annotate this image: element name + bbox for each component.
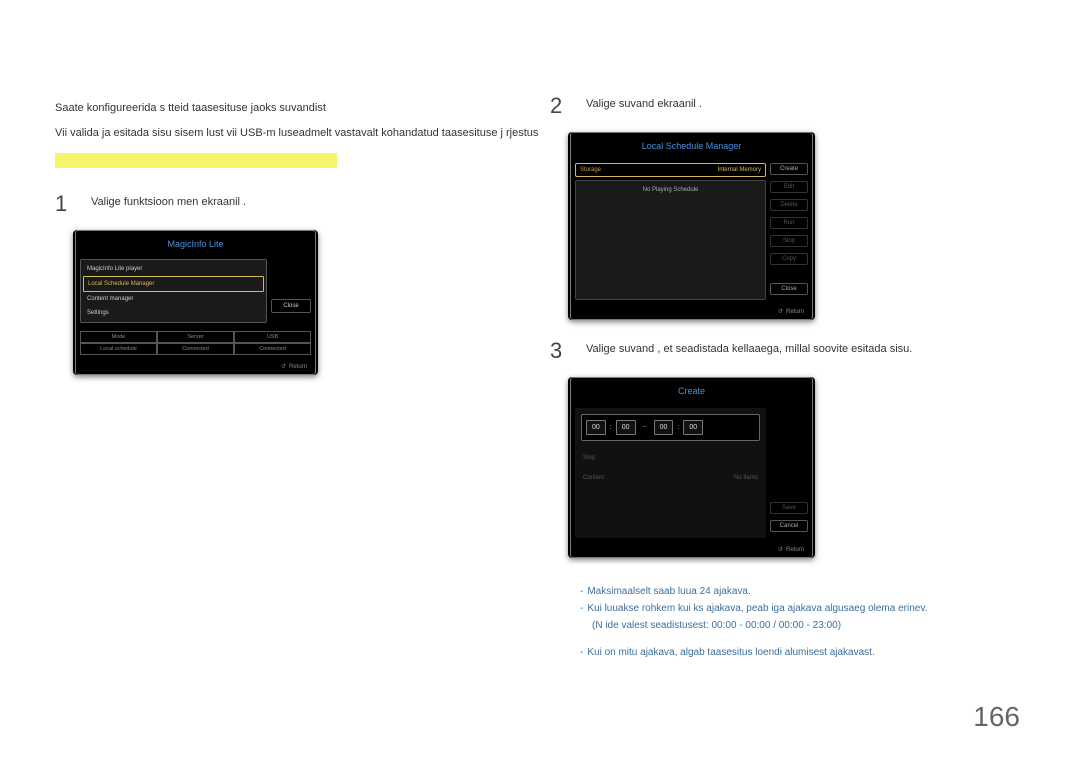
create-row-content: Content No Items bbox=[581, 475, 760, 481]
menu-item-local-schedule[interactable]: Local Schedule Manager bbox=[83, 276, 264, 292]
return-label[interactable]: Return bbox=[786, 309, 804, 315]
schedule-area: No Playing Schedule bbox=[575, 180, 766, 300]
page-number: 166 bbox=[973, 701, 1020, 733]
save-button[interactable]: Save bbox=[770, 502, 808, 514]
return-icon bbox=[281, 364, 289, 370]
run-button[interactable]: Run bbox=[770, 217, 808, 229]
step-3-text: Valige suvand , et seadistada kellaaega,… bbox=[586, 340, 912, 362]
magicinfo-panel: MagicInfo Lite MagicInfo Lite player Loc… bbox=[73, 230, 318, 375]
magicinfo-menu: MagicInfo Lite player Local Schedule Man… bbox=[80, 259, 267, 323]
stop-button[interactable]: Stop bbox=[770, 235, 808, 247]
td-usb: Connected bbox=[234, 343, 311, 355]
lsm-title: Local Schedule Manager bbox=[571, 133, 812, 159]
th-server: Server bbox=[157, 331, 234, 343]
time-end-m[interactable]: 00 bbox=[683, 420, 703, 435]
menu-item-settings[interactable]: Settings bbox=[83, 306, 264, 320]
storage-value: Internal Memory bbox=[718, 167, 761, 173]
step-2: 2 Valige suvand ekraanil . bbox=[550, 95, 1030, 117]
step-3-number: 3 bbox=[550, 340, 568, 362]
notes: -Maksimaalselt saab luua 24 ajakava. -Ku… bbox=[580, 583, 1030, 661]
step-1-text: Valige funktsioon men ekraanil . bbox=[91, 193, 246, 215]
copy-button[interactable]: Copy bbox=[770, 253, 808, 265]
time-end-h[interactable]: 00 bbox=[654, 420, 674, 435]
step-1-number: 1 bbox=[55, 193, 73, 215]
storage-label: Storage bbox=[580, 167, 601, 173]
time-range[interactable]: 00 : 00 ~ 00 : 00 bbox=[581, 414, 760, 441]
return-label[interactable]: Return bbox=[786, 547, 804, 553]
note-3: Kui on mitu ajakava, algab taasesitus lo… bbox=[587, 647, 874, 658]
create-row1-l: Step bbox=[583, 455, 595, 461]
td-mode: Local schedule bbox=[80, 343, 157, 355]
time-start-m[interactable]: 00 bbox=[616, 420, 636, 435]
close-button[interactable]: Close bbox=[271, 299, 311, 313]
menu-item-player[interactable]: MagicInfo Lite player bbox=[83, 262, 264, 276]
th-mode: Mode bbox=[80, 331, 157, 343]
note-2b: (N ide valest seadistusest: 00:00 - 00:0… bbox=[580, 617, 1030, 634]
create-button[interactable]: Create bbox=[770, 163, 808, 175]
magicinfo-title: MagicInfo Lite bbox=[76, 231, 315, 255]
note-1: Maksimaalselt saab luua 24 ajakava. bbox=[587, 586, 750, 597]
create-row2-l: Content bbox=[583, 475, 604, 481]
menu-item-content-mgr[interactable]: Content manager bbox=[83, 292, 264, 306]
no-playing-text: No Playing Schedule bbox=[582, 187, 759, 193]
step-3: 3 Valige suvand , et seadistada kellaaeg… bbox=[550, 340, 1030, 362]
status-table-row: Local schedule Connected Connected bbox=[80, 343, 311, 355]
th-usb: USB bbox=[234, 331, 311, 343]
create-panel: Create 00 : 00 ~ 00 : 00 Step bbox=[568, 377, 815, 558]
yellow-highlight bbox=[55, 153, 337, 168]
return-label[interactable]: Return bbox=[289, 364, 307, 370]
tilde: ~ bbox=[640, 424, 650, 431]
edit-button[interactable]: Edit bbox=[770, 181, 808, 193]
td-server: Connected bbox=[157, 343, 234, 355]
colon: : bbox=[610, 424, 612, 431]
step-1: 1 Valige funktsioon men ekraanil . bbox=[55, 193, 495, 215]
return-icon bbox=[778, 547, 786, 553]
lsm-close-button[interactable]: Close bbox=[770, 283, 808, 295]
status-table: Mode Server USB bbox=[80, 331, 311, 343]
step-2-number: 2 bbox=[550, 95, 568, 117]
create-title: Create bbox=[571, 378, 812, 404]
delete-button[interactable]: Delete bbox=[770, 199, 808, 211]
storage-bar[interactable]: Storage Internal Memory bbox=[575, 163, 766, 177]
step-2-text: Valige suvand ekraanil . bbox=[586, 95, 702, 117]
colon: : bbox=[677, 424, 679, 431]
create-row-step: Step bbox=[581, 455, 760, 461]
cancel-button[interactable]: Cancel bbox=[770, 520, 808, 532]
local-schedule-panel: Local Schedule Manager Storage Internal … bbox=[568, 132, 815, 320]
note-2: Kui luuakse rohkem kui ks ajakava, peab … bbox=[587, 603, 927, 614]
create-row2-r: No Items bbox=[734, 475, 758, 481]
return-icon bbox=[778, 309, 786, 315]
time-start-h[interactable]: 00 bbox=[586, 420, 606, 435]
